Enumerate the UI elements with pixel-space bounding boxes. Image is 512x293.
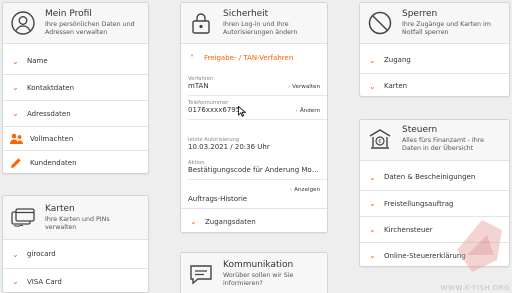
telefon-row: Telefonnummer 0176xxxx6795 › Ändern	[188, 100, 327, 120]
sicherheit-header: Sicherheit Ihren Log-in und Ihre Autoris…	[181, 3, 327, 44]
kommunikation-header: Kommunikation Worüber sollen wir Sie inf…	[181, 253, 327, 293]
karten-item-label: girocard	[27, 250, 56, 258]
chevron-up-icon: ˄	[190, 53, 194, 63]
profil-item-vollmachten[interactable]: Vollmachten	[3, 126, 148, 150]
historie-action-label: Anzeigen	[294, 187, 320, 193]
karten-card: Karten Ihre Karten und PINs verwalten ⌄ …	[2, 195, 149, 293]
profil-item-kontaktdaten[interactable]: ⌄ Kontaktdaten	[3, 74, 148, 100]
sperren-header: Sperren Ihre Zugänge und Karten im Notfa…	[360, 3, 509, 44]
profil-item-label: Name	[27, 57, 48, 65]
sicherheit-subtitle: Ihren Log-in und Ihre Autorisierungen än…	[223, 21, 298, 36]
zugangsdaten-label: Zugangsdaten	[205, 217, 256, 226]
telefon-aendern-link[interactable]: › Ändern	[296, 108, 320, 114]
profil-title: Mein Profil	[45, 9, 92, 19]
chevron-down-icon: ⌄	[12, 56, 19, 66]
lock-icon	[192, 13, 210, 34]
karten-item-girocard[interactable]: ⌄ girocard	[3, 240, 148, 268]
karten-header: Karten Ihre Karten und PINs verwalten	[3, 196, 148, 240]
people-icon	[9, 133, 23, 145]
chevron-down-icon: ⌄	[190, 217, 197, 226]
aktion-value: Bestätigungscode für Änderung Mobilfunk.…	[188, 166, 320, 174]
profil-item-label: Kundendaten	[30, 159, 77, 167]
chevron-down-icon: ⌄	[369, 225, 376, 234]
historie-label: Auftrags-Historie	[188, 195, 248, 203]
letzte-row: letzte Autorisierung 10.03.2021 / 20:36 …	[188, 137, 327, 155]
chat-icon	[190, 265, 212, 285]
letzte-value: 10.03.2021 / 20:36 Uhr	[188, 143, 270, 151]
steuern-item-label: Freistellungsauftrag	[384, 199, 454, 208]
kommunikation-title: Kommunikation	[223, 260, 294, 270]
steuern-subtitle: Alles fürs Finanzamt - Ihre Daten in der…	[402, 137, 485, 152]
profil-subtitle: Ihre persönlichen Daten und Adressen ver…	[45, 21, 135, 36]
tan-section-header[interactable]: ˄ Freigabe- / TAN-Verfahren	[181, 50, 327, 66]
sperren-title: Sperren	[402, 9, 438, 19]
card-icon	[11, 208, 35, 227]
karten-item-label: VISA Card	[27, 277, 62, 286]
tan-section-title: Freigabe- / TAN-Verfahren	[204, 54, 294, 62]
mouse-cursor-icon	[238, 106, 246, 117]
karten-item-visa[interactable]: ⌄ VISA Card	[3, 268, 148, 292]
kommunikation-card: Kommunikation Worüber sollen wir Sie inf…	[180, 252, 328, 293]
profil-item-kundendaten[interactable]: Kundendaten	[3, 150, 148, 173]
chevron-right-icon: ›	[287, 84, 291, 90]
kommunikation-subtitle: Worüber sollen wir Sie informieren?	[223, 272, 294, 287]
sperren-subtitle: Ihre Zugänge und Karten im Notfall sperr…	[402, 21, 491, 36]
block-icon	[368, 11, 392, 35]
pencil-icon	[9, 157, 23, 169]
chevron-down-icon: ⌄	[12, 277, 19, 286]
steuern-title: Steuern	[402, 125, 438, 135]
profil-item-label: Vollmachten	[30, 134, 74, 143]
steuern-header: € Steuern Alles fürs Finanzamt - Ihre Da…	[360, 120, 509, 161]
chevron-down-icon: ⌄	[12, 109, 19, 118]
svg-text:€: €	[378, 139, 382, 145]
sperren-card: Sperren Ihre Zugänge und Karten im Notfa…	[359, 2, 510, 97]
steuern-item-label: Kirchensteuer	[384, 225, 433, 234]
sicherheit-title: Sicherheit	[223, 9, 269, 19]
sperren-item-zugang[interactable]: ⌄ Zugang	[360, 47, 509, 73]
steuern-item-label: Daten & Bescheinigungen	[384, 173, 476, 181]
chevron-down-icon: ⌄	[369, 251, 376, 260]
chevron-right-icon: ›	[289, 187, 293, 193]
karten-title: Karten	[45, 204, 75, 214]
chevron-right-icon: ›	[295, 108, 298, 114]
chevron-down-icon: ⌄	[12, 83, 19, 92]
verfahren-verwalten-link[interactable]: › Verwalten	[288, 84, 320, 90]
profil-card: Mein Profil Ihre persönlichen Daten und …	[2, 2, 149, 174]
chevron-down-icon: ⌄	[369, 199, 376, 208]
historie-row[interactable]: Auftrags-Historie › Anzeigen	[188, 186, 327, 203]
sperren-item-karten[interactable]: ⌄ Karten	[360, 73, 509, 96]
verfahren-action-label: Verwalten	[292, 84, 320, 90]
fish-logo-watermark	[452, 210, 507, 280]
chevron-down-icon: ⌄	[369, 172, 376, 182]
chevron-down-icon: ⌄	[12, 249, 19, 259]
profil-item-label: Adressdaten	[27, 109, 71, 118]
watermark-text: WWW.K-FISH.ORG	[440, 284, 510, 292]
sicherheit-card: Sicherheit Ihren Log-in und Ihre Autoris…	[180, 2, 328, 233]
aktion-row: Aktion Bestätigungscode für Änderung Mob…	[188, 160, 327, 180]
profil-item-name[interactable]: ⌄ Name	[3, 48, 148, 74]
historie-anzeigen-link[interactable]: › Anzeigen	[290, 187, 320, 193]
karten-subtitle: Ihre Karten und PINs verwalten	[45, 216, 110, 231]
steuern-item-daten[interactable]: ⌄ Daten & Bescheinigungen	[360, 164, 509, 190]
chevron-down-icon: ⌄	[369, 55, 376, 65]
telefon-action-label: Ändern	[299, 108, 320, 114]
chevron-down-icon: ⌄	[369, 81, 376, 91]
profil-header: Mein Profil Ihre persönlichen Daten und …	[3, 3, 148, 44]
sperren-item-label: Zugang	[384, 56, 411, 64]
profil-item-label: Kontaktdaten	[27, 83, 75, 92]
tax-building-icon: €	[369, 129, 391, 149]
verfahren-row: Verfahren mTAN › Verwalten	[188, 76, 327, 96]
sperren-item-label: Karten	[384, 82, 408, 90]
user-icon	[11, 11, 35, 35]
profil-item-adressdaten[interactable]: ⌄ Adressdaten	[3, 100, 148, 126]
zugangsdaten-item[interactable]: ⌄ Zugangsdaten	[181, 208, 327, 232]
